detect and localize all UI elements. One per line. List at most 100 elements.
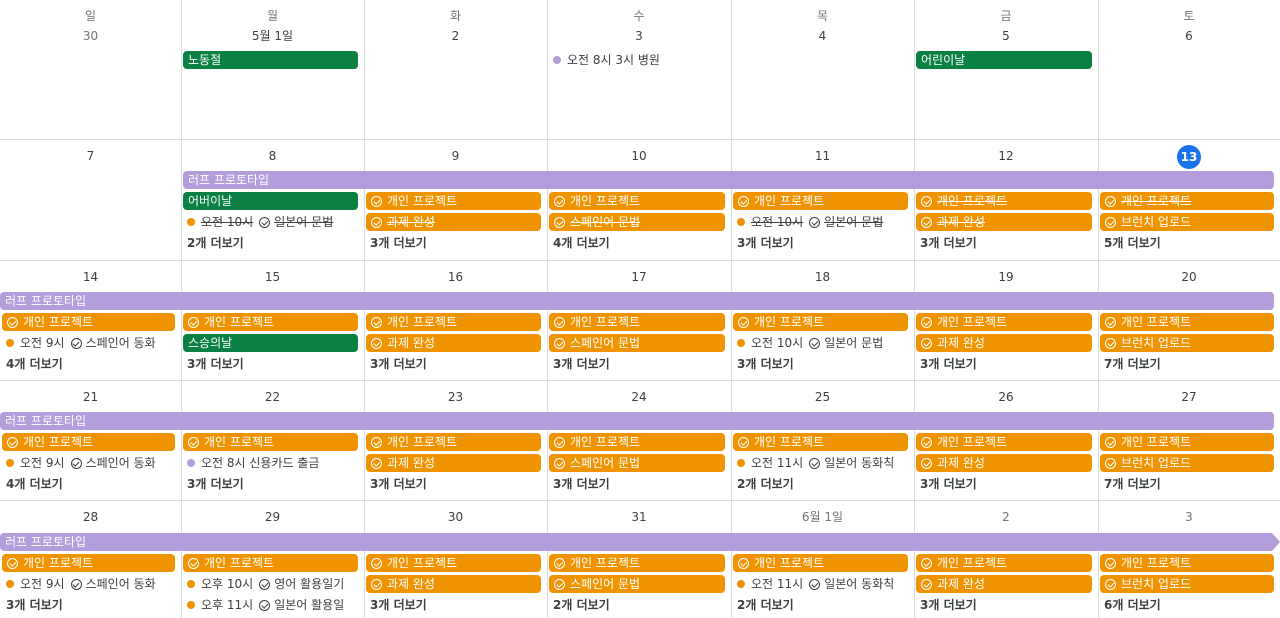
- more-events-link[interactable]: 3개 더보기: [366, 475, 427, 493]
- timed-task[interactable]: 오전 10시일본어 문법: [183, 213, 358, 231]
- more-events-link[interactable]: 3개 더보기: [916, 355, 977, 373]
- task-chip[interactable]: 개인 프로젝트: [733, 313, 908, 331]
- more-events-link[interactable]: 3개 더보기: [549, 475, 610, 493]
- day-number[interactable]: 17: [547, 266, 731, 288]
- task-chip[interactable]: 개인 프로젝트: [366, 313, 541, 331]
- more-events-link[interactable]: 2개 더보기: [733, 596, 794, 614]
- task-chip[interactable]: 과제 완성: [916, 213, 1092, 231]
- more-events-link[interactable]: 4개 더보기: [549, 234, 610, 252]
- task-chip[interactable]: 개인 프로젝트: [733, 554, 908, 572]
- day-number[interactable]: 25: [731, 386, 914, 408]
- more-events-link[interactable]: 3개 더보기: [366, 596, 427, 614]
- task-chip[interactable]: 개인 프로젝트: [916, 554, 1092, 572]
- task-chip[interactable]: 개인 프로젝트: [916, 192, 1092, 210]
- day-number[interactable]: 19: [914, 266, 1098, 288]
- task-chip[interactable]: 개인 프로젝트: [366, 192, 541, 210]
- task-chip[interactable]: 스페인어 문법: [549, 334, 725, 352]
- day-number[interactable]: 31: [547, 506, 731, 528]
- day-number[interactable]: 16: [364, 266, 547, 288]
- timed-task[interactable]: 오전 9시스페인어 동화: [2, 575, 175, 593]
- more-events-link[interactable]: 2개 더보기: [549, 596, 610, 614]
- more-events-link[interactable]: 3개 더보기: [916, 234, 977, 252]
- more-events-link[interactable]: 7개 더보기: [1100, 355, 1161, 373]
- task-chip[interactable]: 개인 프로젝트: [733, 192, 908, 210]
- timed-task[interactable]: 오후 10시영어 활용일기: [183, 575, 358, 593]
- task-chip[interactable]: 개인 프로젝트: [2, 433, 175, 451]
- task-chip[interactable]: 과제 완성: [366, 213, 541, 231]
- day-number[interactable]: 13: [1098, 145, 1280, 167]
- multi-day-event-banner[interactable]: 러프 프로토타입: [0, 292, 1274, 310]
- day-number[interactable]: 5월 1일: [181, 25, 364, 47]
- day-number[interactable]: 14: [0, 266, 181, 288]
- day-number[interactable]: 11: [731, 145, 914, 167]
- task-chip[interactable]: 개인 프로젝트: [1100, 192, 1274, 210]
- task-chip[interactable]: 개인 프로젝트: [1100, 433, 1274, 451]
- task-chip[interactable]: 개인 프로젝트: [549, 313, 725, 331]
- all-day-event[interactable]: 어린이날: [916, 51, 1092, 69]
- task-chip[interactable]: 개인 프로젝트: [1100, 313, 1274, 331]
- day-number[interactable]: 15: [181, 266, 364, 288]
- day-number[interactable]: 5: [914, 25, 1098, 47]
- day-number[interactable]: 12: [914, 145, 1098, 167]
- all-day-event[interactable]: 스승의날: [183, 334, 358, 352]
- timed-task[interactable]: 오전 10시일본어 문법: [733, 213, 908, 231]
- day-number[interactable]: 10: [547, 145, 731, 167]
- day-number[interactable]: 4: [731, 25, 914, 47]
- task-chip[interactable]: 개인 프로젝트: [549, 192, 725, 210]
- task-chip[interactable]: 과제 완성: [916, 454, 1092, 472]
- more-events-link[interactable]: 3개 더보기: [916, 475, 977, 493]
- day-number[interactable]: 20: [1098, 266, 1280, 288]
- task-chip[interactable]: 개인 프로젝트: [183, 554, 358, 572]
- more-events-link[interactable]: 7개 더보기: [1100, 475, 1161, 493]
- day-number[interactable]: 8: [181, 145, 364, 167]
- day-number[interactable]: 26: [914, 386, 1098, 408]
- more-events-link[interactable]: 3개 더보기: [733, 234, 794, 252]
- more-events-link[interactable]: 3개 더보기: [183, 355, 244, 373]
- more-events-link[interactable]: 3개 더보기: [366, 234, 427, 252]
- more-events-link[interactable]: 5개 더보기: [1100, 234, 1161, 252]
- task-chip[interactable]: 개인 프로젝트: [549, 433, 725, 451]
- day-number[interactable]: 9: [364, 145, 547, 167]
- more-events-link[interactable]: 3개 더보기: [549, 355, 610, 373]
- task-chip[interactable]: 개인 프로젝트: [366, 554, 541, 572]
- task-chip[interactable]: 과제 완성: [916, 575, 1092, 593]
- timed-task[interactable]: 오전 11시일본어 동화칙: [733, 454, 908, 472]
- day-number[interactable]: 6: [1098, 25, 1280, 47]
- day-number[interactable]: 21: [0, 386, 181, 408]
- day-number[interactable]: 7: [0, 145, 181, 167]
- multi-day-event-banner[interactable]: 러프 프로토타입: [0, 533, 1272, 551]
- more-events-link[interactable]: 3개 더보기: [2, 596, 63, 614]
- task-chip[interactable]: 개인 프로젝트: [366, 433, 541, 451]
- multi-day-event-banner[interactable]: 러프 프로토타입: [183, 171, 1274, 189]
- day-number[interactable]: 24: [547, 386, 731, 408]
- task-chip[interactable]: 개인 프로젝트: [549, 554, 725, 572]
- more-events-link[interactable]: 4개 더보기: [2, 475, 63, 493]
- more-events-link[interactable]: 2개 더보기: [733, 475, 794, 493]
- task-chip[interactable]: 과제 완성: [366, 334, 541, 352]
- more-events-link[interactable]: 4개 더보기: [2, 355, 63, 373]
- task-chip[interactable]: 개인 프로젝트: [1100, 554, 1274, 572]
- task-chip[interactable]: 개인 프로젝트: [2, 313, 175, 331]
- timed-task[interactable]: 오후 11시일본어 활용일: [183, 596, 358, 614]
- day-number[interactable]: 2: [914, 506, 1098, 528]
- day-number[interactable]: 2: [364, 25, 547, 47]
- task-chip[interactable]: 과제 완성: [366, 575, 541, 593]
- task-chip[interactable]: 개인 프로젝트: [2, 554, 175, 572]
- day-number[interactable]: 3: [547, 25, 731, 47]
- task-chip[interactable]: 개인 프로젝트: [733, 433, 908, 451]
- more-events-link[interactable]: 3개 더보기: [183, 475, 244, 493]
- timed-task[interactable]: 오전 9시스페인어 동화: [2, 334, 175, 352]
- more-events-link[interactable]: 3개 더보기: [366, 355, 427, 373]
- task-chip[interactable]: 과제 완성: [366, 454, 541, 472]
- task-chip[interactable]: 스페인어 문법: [549, 575, 725, 593]
- timed-task[interactable]: 오전 10시일본어 문법: [733, 334, 908, 352]
- task-chip[interactable]: 개인 프로젝트: [916, 313, 1092, 331]
- timed-event[interactable]: 오전 8시 3시 병원: [549, 51, 725, 69]
- task-chip[interactable]: 과제 완성: [916, 334, 1092, 352]
- task-chip[interactable]: 브런치 업로드: [1100, 213, 1274, 231]
- task-chip[interactable]: 브런치 업로드: [1100, 334, 1274, 352]
- day-number[interactable]: 30: [364, 506, 547, 528]
- more-events-link[interactable]: 2개 더보기: [183, 234, 244, 252]
- more-events-link[interactable]: 3개 더보기: [916, 596, 977, 614]
- all-day-event[interactable]: 노동절: [183, 51, 358, 69]
